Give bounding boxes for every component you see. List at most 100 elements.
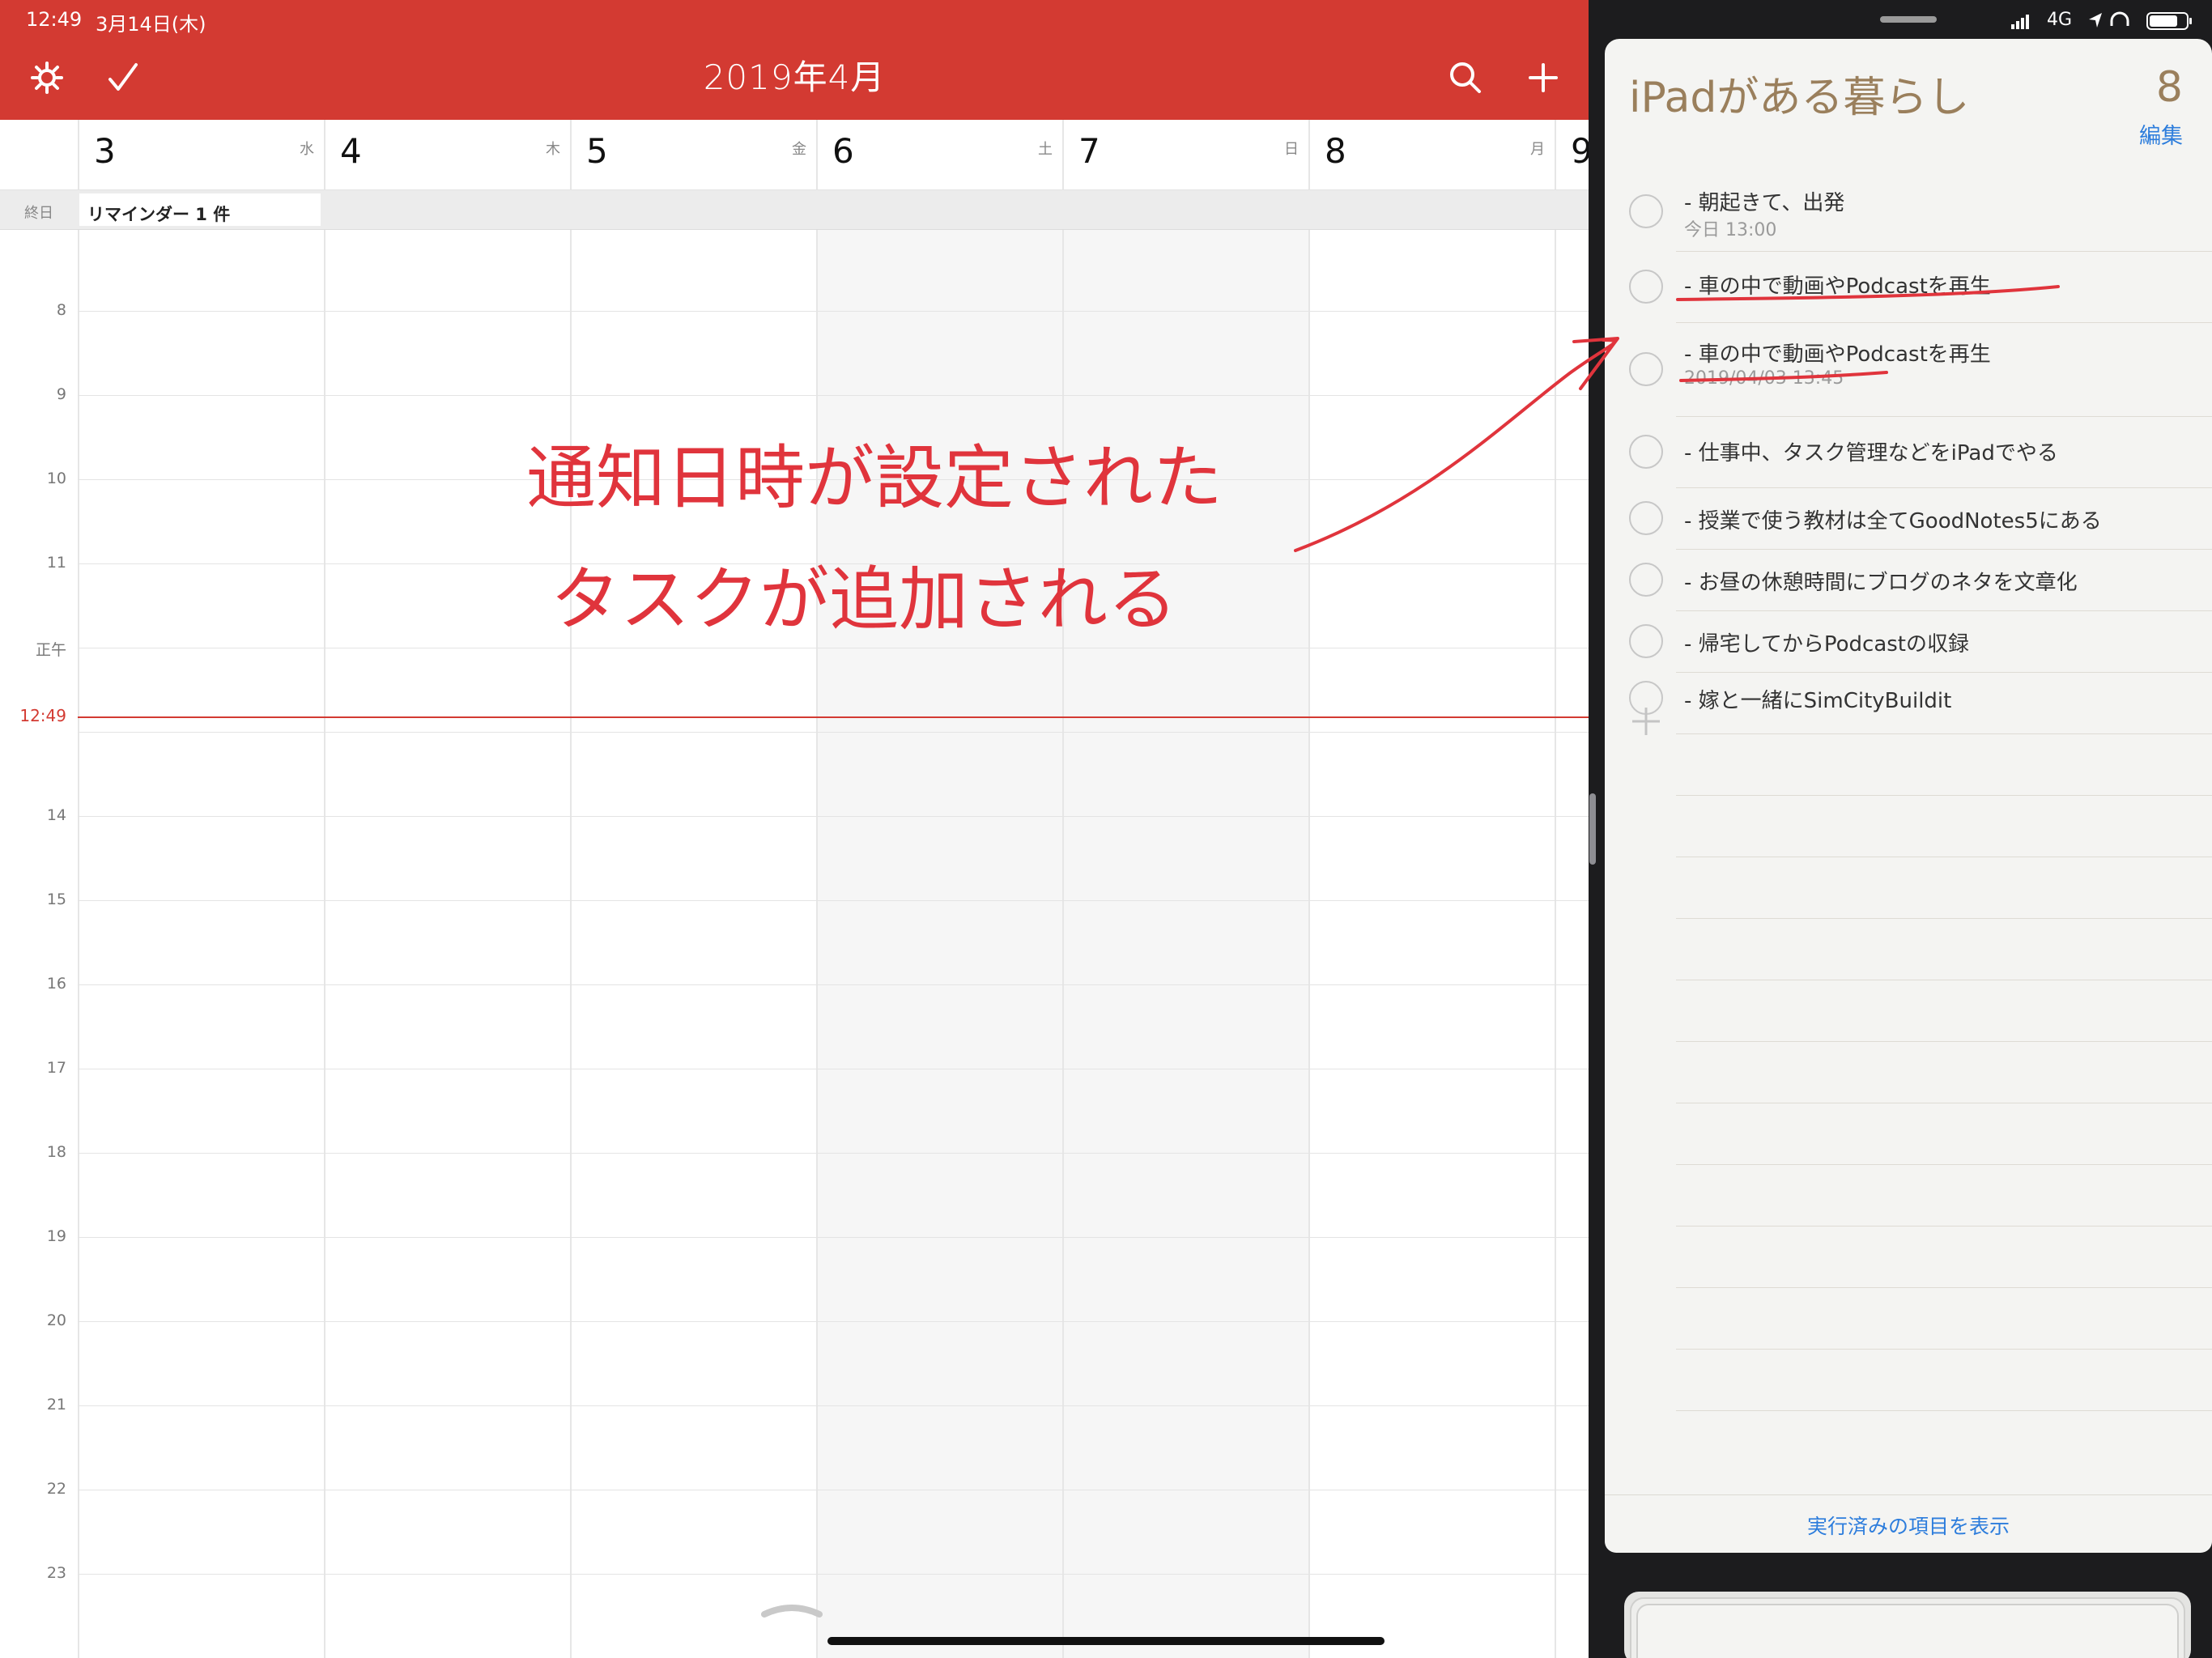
day-number: 6 bbox=[832, 131, 854, 171]
row-divider bbox=[1676, 918, 2212, 919]
complete-checkbox[interactable] bbox=[1629, 352, 1663, 386]
all-day-label: 終日 bbox=[24, 205, 53, 222]
hour-line bbox=[78, 984, 1589, 985]
status-time: 12:49 bbox=[26, 8, 83, 31]
add-reminder-plus-icon[interactable] bbox=[1629, 704, 1663, 738]
hour-label: 14 bbox=[46, 806, 66, 824]
hour-line bbox=[78, 732, 1589, 733]
day-number: 8 bbox=[1325, 131, 1346, 171]
grid-column-line bbox=[1062, 230, 1064, 1658]
location-icon bbox=[2089, 13, 2102, 28]
day-weekday: 金 bbox=[792, 141, 806, 158]
row-divider bbox=[1676, 795, 2212, 796]
day-header-9[interactable]: 9 bbox=[1555, 120, 1589, 189]
calendar-header: 12:49 3月14日(木) 2019年4月 bbox=[0, 0, 1589, 120]
reminder-title: - 授業で使う教材は全てGoodNotes5にある bbox=[1684, 509, 2102, 534]
hour-label: 17 bbox=[46, 1059, 66, 1077]
reminder-item[interactable]: - お昼の休憩時間にブログのネタを文章化 bbox=[1605, 550, 2212, 610]
current-time-line bbox=[78, 716, 1589, 718]
row-divider bbox=[1676, 1041, 2212, 1042]
hour-label: 9 bbox=[56, 385, 66, 403]
grid-column-line bbox=[324, 230, 325, 1658]
hour-label: 正午 bbox=[35, 641, 66, 659]
hour-line bbox=[78, 1321, 1589, 1322]
day-number: 7 bbox=[1078, 131, 1100, 171]
day-header-3[interactable]: 3 水 bbox=[78, 120, 325, 189]
home-indicator[interactable] bbox=[827, 1637, 1385, 1645]
day-weekday: 日 bbox=[1284, 141, 1299, 158]
pull-up-handle-icon[interactable] bbox=[761, 1601, 823, 1619]
day-number: 3 bbox=[94, 131, 116, 171]
complete-checkbox[interactable] bbox=[1629, 501, 1663, 535]
reminder-due: 2019/04/03 13:45 bbox=[1684, 368, 1844, 389]
current-time-label: 12:49 bbox=[19, 706, 66, 725]
reminder-title: - 嫁と一緒にSimCityBuildit bbox=[1684, 689, 1952, 713]
row-divider bbox=[1676, 1164, 2212, 1165]
day-header-5[interactable]: 5 金 bbox=[570, 120, 818, 189]
hour-label: 20 bbox=[46, 1312, 66, 1329]
reminder-item[interactable]: - 車の中で動画やPodcastを再生 bbox=[1605, 252, 2212, 321]
reminder-item[interactable]: - 朝起きて、出発 今日 13:00 bbox=[1605, 176, 2212, 249]
reminder-due: 今日 13:00 bbox=[1684, 220, 1777, 240]
complete-checkbox[interactable] bbox=[1629, 563, 1663, 597]
day-weekday: 木 bbox=[546, 141, 560, 158]
day-header-8[interactable]: 8 月 bbox=[1308, 120, 1556, 189]
list-count: 8 bbox=[2155, 63, 2183, 112]
hour-label: 18 bbox=[46, 1143, 66, 1161]
hour-line bbox=[78, 816, 1589, 817]
battery-icon bbox=[2146, 12, 2192, 30]
complete-checkbox[interactable] bbox=[1629, 194, 1663, 228]
complete-checkbox[interactable] bbox=[1629, 270, 1663, 304]
all-day-reminder-event[interactable]: リマインダー 1 件 bbox=[79, 193, 321, 226]
show-completed-button[interactable]: 実行済みの項目を表示 bbox=[1605, 1511, 2212, 1540]
reminder-title: - 車の中で動画やPodcastを再生 bbox=[1684, 274, 1991, 299]
reminder-item[interactable]: - 車の中で動画やPodcastを再生 2019/04/03 13:45 bbox=[1605, 323, 2212, 415]
hour-label: 21 bbox=[46, 1396, 66, 1414]
hour-line bbox=[78, 1574, 1589, 1575]
hour-line bbox=[78, 900, 1589, 901]
edit-button[interactable]: 編集 bbox=[2139, 118, 2183, 150]
hour-line bbox=[78, 1405, 1589, 1406]
split-view-divider-handle[interactable] bbox=[1589, 793, 1596, 865]
day-number: 4 bbox=[340, 131, 362, 171]
hour-line bbox=[78, 563, 1589, 564]
hour-line bbox=[78, 479, 1589, 480]
slide-over-grabber[interactable] bbox=[1880, 16, 1937, 23]
day-weekday: 月 bbox=[1530, 141, 1545, 158]
grid-column-line bbox=[570, 230, 572, 1658]
search-button[interactable] bbox=[1443, 55, 1488, 100]
reminder-item[interactable]: - 授業で使う教材は全てGoodNotes5にある bbox=[1605, 488, 2212, 548]
reminder-title: - 仕事中、タスク管理などをiPadでやる bbox=[1684, 441, 2058, 466]
reminders-app: iPadがある暮らし 8 編集 - 朝起きて、出発 今日 13:00 - 車の中… bbox=[1605, 39, 2212, 1553]
signal-icon bbox=[2011, 15, 2029, 29]
day-weekday: 土 bbox=[1038, 141, 1053, 158]
hour-label: 16 bbox=[46, 975, 66, 993]
grid-column-line bbox=[1555, 230, 1556, 1658]
status-date: 3月14日(木) bbox=[96, 13, 206, 36]
hour-label: 8 bbox=[56, 301, 66, 319]
hour-line bbox=[78, 311, 1589, 312]
hour-label: 23 bbox=[46, 1564, 66, 1582]
reminder-title: - お昼の休憩時間にブログのネタを文章化 bbox=[1684, 571, 2078, 595]
grid-column-line bbox=[1308, 230, 1310, 1658]
grid-column-line bbox=[816, 230, 818, 1658]
complete-checkbox[interactable] bbox=[1629, 435, 1663, 469]
day-number: 5 bbox=[586, 131, 608, 171]
day-header-7[interactable]: 7 日 bbox=[1062, 120, 1310, 189]
add-event-button[interactable] bbox=[1521, 55, 1566, 100]
calendar-app: 12:49 3月14日(木) 2019年4月 3 水 4 木 5 金 6 土 7… bbox=[0, 0, 1589, 1658]
complete-checkbox[interactable] bbox=[1629, 624, 1663, 658]
day-header-6[interactable]: 6 土 bbox=[816, 120, 1064, 189]
day-header-4[interactable]: 4 木 bbox=[324, 120, 572, 189]
day-weekday: 水 bbox=[300, 141, 314, 158]
day-header-row: 3 水 4 木 5 金 6 土 7 日 8 月 9 bbox=[0, 120, 1589, 190]
stacked-lists[interactable] bbox=[1619, 1588, 2196, 1658]
reminder-item[interactable]: - 嫁と一緒にSimCityBuildit bbox=[1605, 673, 2212, 733]
reminder-title: - 車の中で動画やPodcastを再生 bbox=[1684, 342, 1991, 367]
reminder-item[interactable]: - 帰宅してからPodcastの収録 bbox=[1605, 611, 2212, 671]
reminder-item[interactable]: - 仕事中、タスク管理などをiPadでやる bbox=[1605, 417, 2212, 487]
time-grid[interactable]: 8 9 10 11 正午 14 15 16 17 18 19 20 21 22 … bbox=[0, 230, 1589, 1658]
status-icons bbox=[2011, 11, 2192, 30]
hour-label: 15 bbox=[46, 891, 66, 908]
row-divider bbox=[1676, 1349, 2212, 1350]
